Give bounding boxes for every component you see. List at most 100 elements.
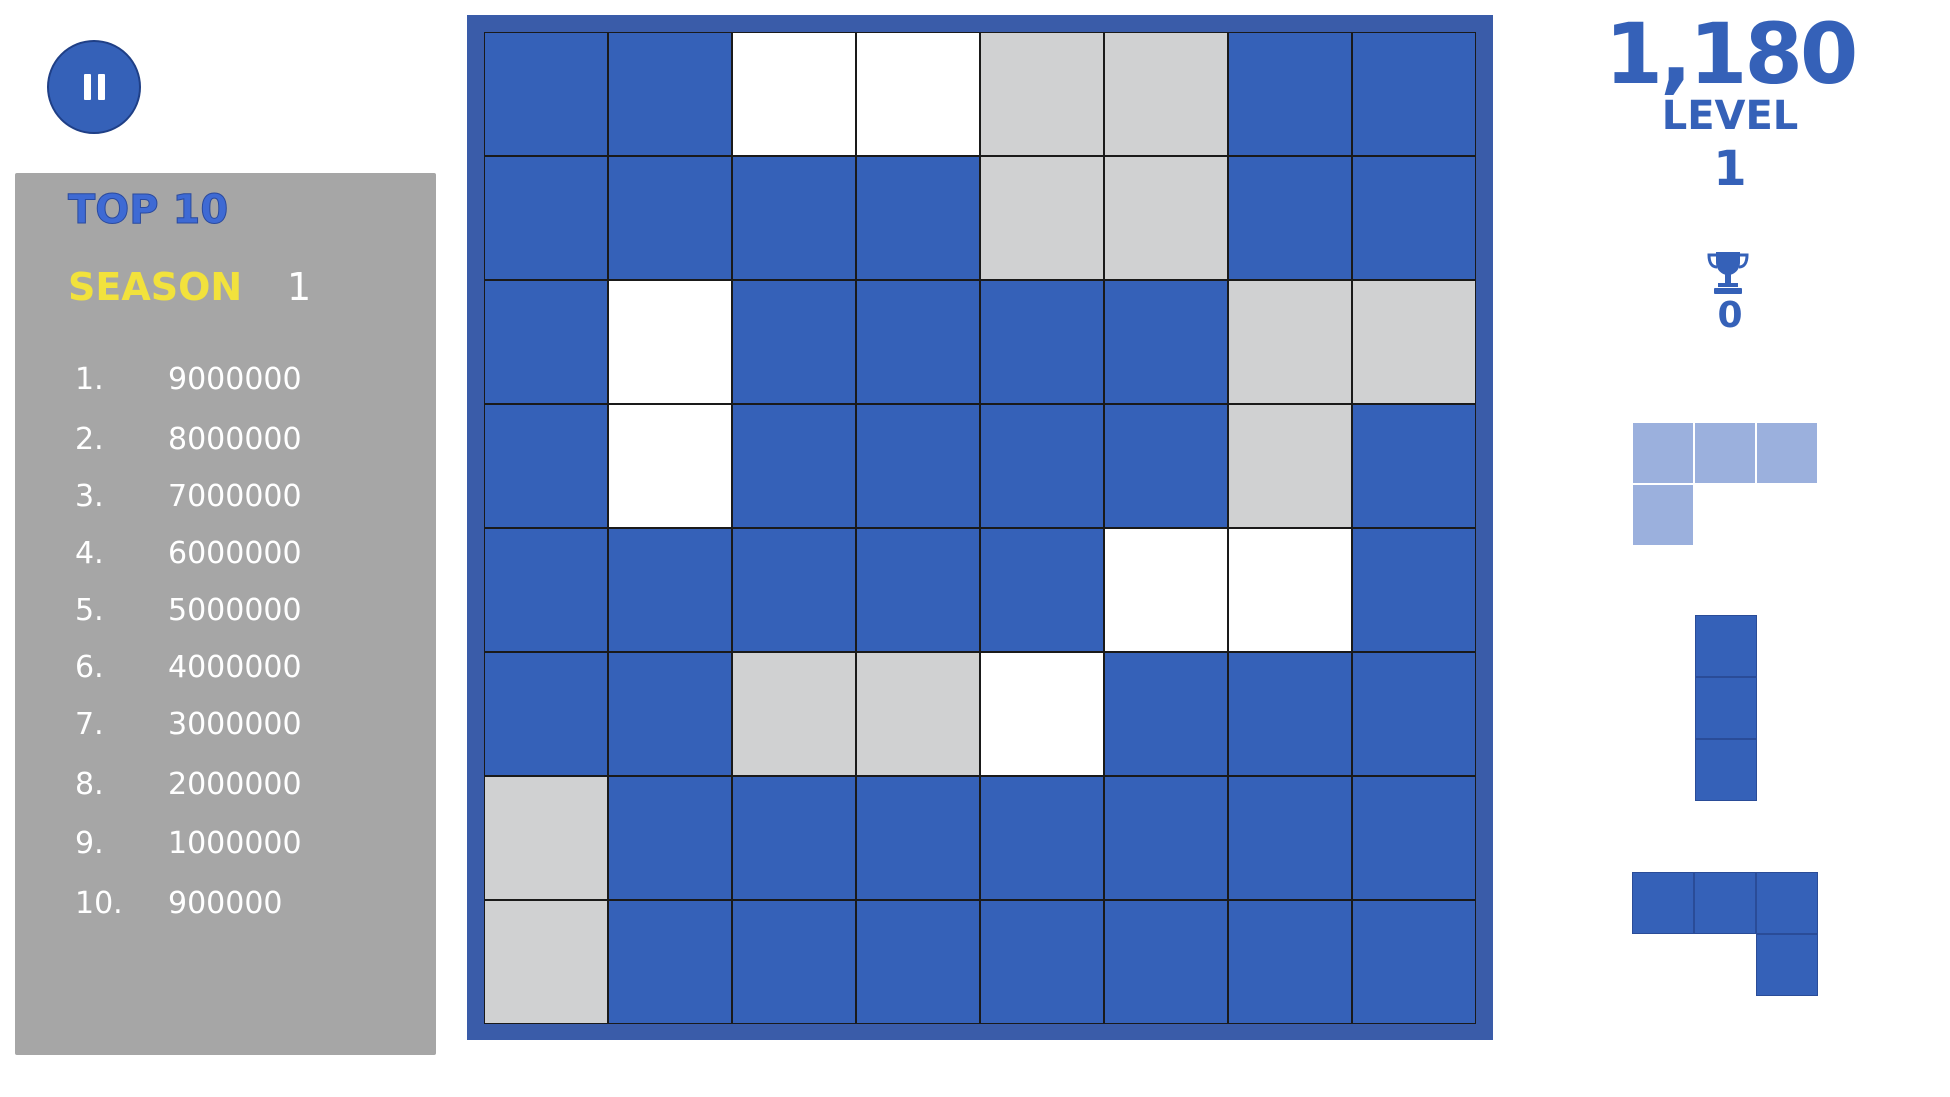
season-label: SEASON — [68, 265, 243, 309]
board-cell[interactable] — [733, 33, 855, 155]
board-cell[interactable] — [1105, 281, 1227, 403]
leaderboard-entry: 1. 9000000 — [75, 359, 302, 399]
piece-block — [1632, 422, 1694, 484]
board-cell[interactable] — [981, 529, 1103, 651]
leaderboard-entry: 5. 5000000 — [75, 590, 302, 630]
board-cell[interactable] — [857, 33, 979, 155]
board-cell[interactable] — [1229, 901, 1351, 1023]
board-cell[interactable] — [981, 777, 1103, 899]
leaderboard-score: 900000 — [168, 885, 283, 921]
leaderboard-rank: 7. — [75, 706, 104, 742]
leaderboard-rank: 9. — [75, 825, 104, 861]
board-cell[interactable] — [1105, 529, 1227, 651]
board-cell[interactable] — [981, 901, 1103, 1023]
leaderboard-entry: 2. 8000000 — [75, 419, 302, 459]
board-cell[interactable] — [1229, 405, 1351, 527]
board-cell[interactable] — [485, 777, 607, 899]
board-cell[interactable] — [733, 653, 855, 775]
board-cell[interactable] — [1353, 405, 1475, 527]
board-cell[interactable] — [733, 405, 855, 527]
piece-block — [1695, 677, 1757, 739]
board-cell[interactable] — [609, 157, 731, 279]
game-board[interactable] — [467, 15, 1493, 1040]
board-cell[interactable] — [1105, 777, 1227, 899]
leaderboard-rank: 2. — [75, 421, 104, 457]
board-cell[interactable] — [981, 157, 1103, 279]
leaderboard-title: TOP 10 — [67, 187, 229, 234]
board-cell[interactable] — [1229, 529, 1351, 651]
board-cell[interactable] — [1229, 653, 1351, 775]
board-cell[interactable] — [1229, 281, 1351, 403]
leaderboard-rank: 5. — [75, 592, 104, 628]
leaderboard-entry: 9. 1000000 — [75, 823, 302, 863]
board-cell[interactable] — [1105, 653, 1227, 775]
piece-block — [1695, 615, 1757, 677]
board-cell[interactable] — [1229, 777, 1351, 899]
board-cell[interactable] — [609, 777, 731, 899]
board-cell[interactable] — [733, 529, 855, 651]
level-value: 1 — [1713, 141, 1747, 197]
board-cell[interactable] — [609, 281, 731, 403]
board-cell[interactable] — [485, 157, 607, 279]
board-cell[interactable] — [1105, 901, 1227, 1023]
board-cell[interactable] — [733, 777, 855, 899]
board-cell[interactable] — [609, 33, 731, 155]
piece-block — [1756, 934, 1818, 996]
leaderboard-score: 2000000 — [168, 766, 302, 802]
piece-block — [1632, 872, 1694, 934]
board-cell[interactable] — [609, 405, 731, 527]
board-cell[interactable] — [857, 281, 979, 403]
leaderboard-score: 9000000 — [168, 361, 302, 397]
pause-button[interactable] — [47, 40, 141, 134]
board-cell[interactable] — [609, 901, 731, 1023]
board-cell[interactable] — [1105, 157, 1227, 279]
board-cell[interactable] — [733, 281, 855, 403]
leaderboard-rank: 10. — [75, 885, 123, 921]
score-value: 1,180 — [1604, 5, 1859, 103]
board-cell[interactable] — [981, 33, 1103, 155]
leaderboard-score: 6000000 — [168, 535, 302, 571]
board-cell[interactable] — [1353, 157, 1475, 279]
board-cell[interactable] — [1353, 777, 1475, 899]
board-cell[interactable] — [1229, 33, 1351, 155]
board-cell[interactable] — [981, 653, 1103, 775]
board-cell[interactable] — [733, 901, 855, 1023]
board-cell[interactable] — [485, 529, 607, 651]
board-cell[interactable] — [981, 405, 1103, 527]
board-cell[interactable] — [733, 157, 855, 279]
board-cell[interactable] — [1105, 405, 1227, 527]
board-cell[interactable] — [485, 33, 607, 155]
leaderboard-score: 7000000 — [168, 478, 302, 514]
board-cell[interactable] — [485, 281, 607, 403]
board-cell[interactable] — [1353, 281, 1475, 403]
board-cell[interactable] — [1105, 33, 1227, 155]
piece-block — [1756, 872, 1818, 934]
board-cell[interactable] — [857, 653, 979, 775]
board-cell[interactable] — [609, 653, 731, 775]
board-cell[interactable] — [1353, 33, 1475, 155]
leaderboard-score: 3000000 — [168, 706, 302, 742]
piece-block — [1632, 484, 1694, 546]
leaderboard-rank: 8. — [75, 766, 104, 802]
trophy-count: 0 — [1717, 295, 1743, 336]
board-cell[interactable] — [857, 405, 979, 527]
board-grid[interactable] — [484, 32, 1476, 1024]
board-cell[interactable] — [485, 405, 607, 527]
leaderboard-score: 1000000 — [168, 825, 302, 861]
board-cell[interactable] — [485, 653, 607, 775]
leaderboard-rank: 3. — [75, 478, 104, 514]
board-cell[interactable] — [1353, 901, 1475, 1023]
board-cell[interactable] — [609, 529, 731, 651]
board-cell[interactable] — [1229, 157, 1351, 279]
leaderboard-entry: 4. 6000000 — [75, 533, 302, 573]
board-cell[interactable] — [857, 777, 979, 899]
board-cell[interactable] — [1353, 529, 1475, 651]
board-cell[interactable] — [857, 529, 979, 651]
piece-block — [1694, 422, 1756, 484]
board-cell[interactable] — [981, 281, 1103, 403]
board-cell[interactable] — [857, 901, 979, 1023]
board-cell[interactable] — [1353, 653, 1475, 775]
leaderboard-rank: 4. — [75, 535, 104, 571]
board-cell[interactable] — [857, 157, 979, 279]
board-cell[interactable] — [485, 901, 607, 1023]
